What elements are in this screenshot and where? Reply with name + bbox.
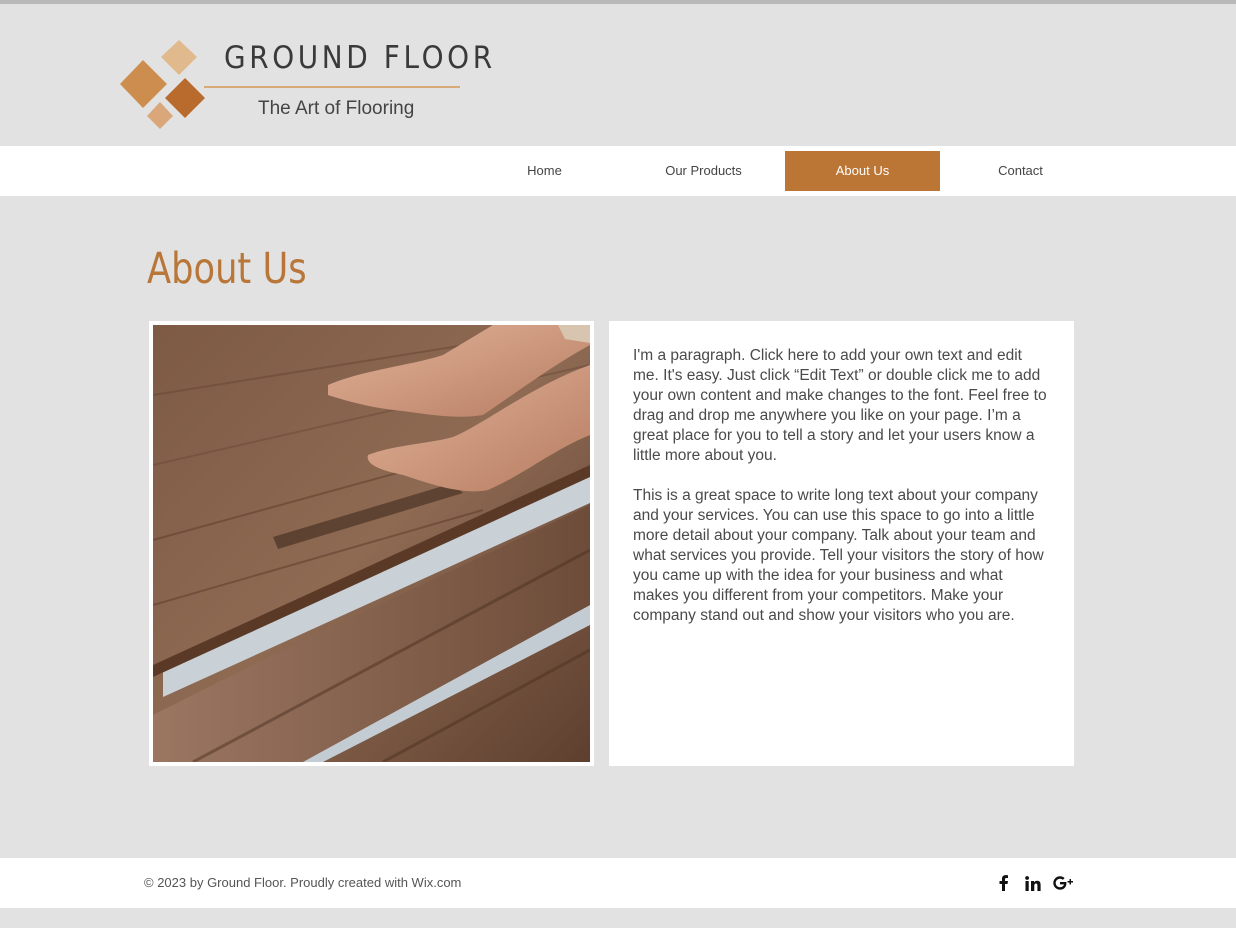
linkedin-icon[interactable] [1022, 872, 1044, 894]
brand-title: GROUND FLOOR [224, 40, 496, 76]
site-footer: © 2023 by Ground Floor. Proudly created … [0, 858, 1236, 908]
main-nav: Home Our Products About Us Contact [0, 146, 1236, 196]
nav-contact[interactable]: Contact [943, 151, 1098, 191]
about-paragraph-2[interactable]: This is a great space to write long text… [633, 486, 1050, 626]
facebook-icon[interactable] [992, 872, 1014, 894]
about-paragraph-1[interactable]: I'm a paragraph. Click here to add your … [633, 346, 1050, 466]
google-plus-icon[interactable] [1052, 872, 1076, 894]
page-title: About Us [147, 244, 307, 294]
flooring-installation-photo[interactable] [153, 325, 590, 762]
brand-tagline: The Art of Flooring [258, 98, 415, 119]
site-logo[interactable]: GROUND FLOOR The Art of Flooring [120, 40, 492, 135]
top-border [0, 0, 1236, 4]
photo-frame [149, 321, 594, 766]
copyright-text: © 2023 by Ground Floor. Proudly created … [144, 875, 462, 890]
diamond-tiles-logo-icon [120, 40, 205, 129]
nav-home[interactable]: Home [467, 151, 622, 191]
nav-our-products[interactable]: Our Products [626, 151, 781, 191]
about-text-box: I'm a paragraph. Click here to add your … [609, 321, 1074, 766]
brand-divider [204, 86, 460, 88]
nav-about-us[interactable]: About Us [785, 151, 940, 191]
